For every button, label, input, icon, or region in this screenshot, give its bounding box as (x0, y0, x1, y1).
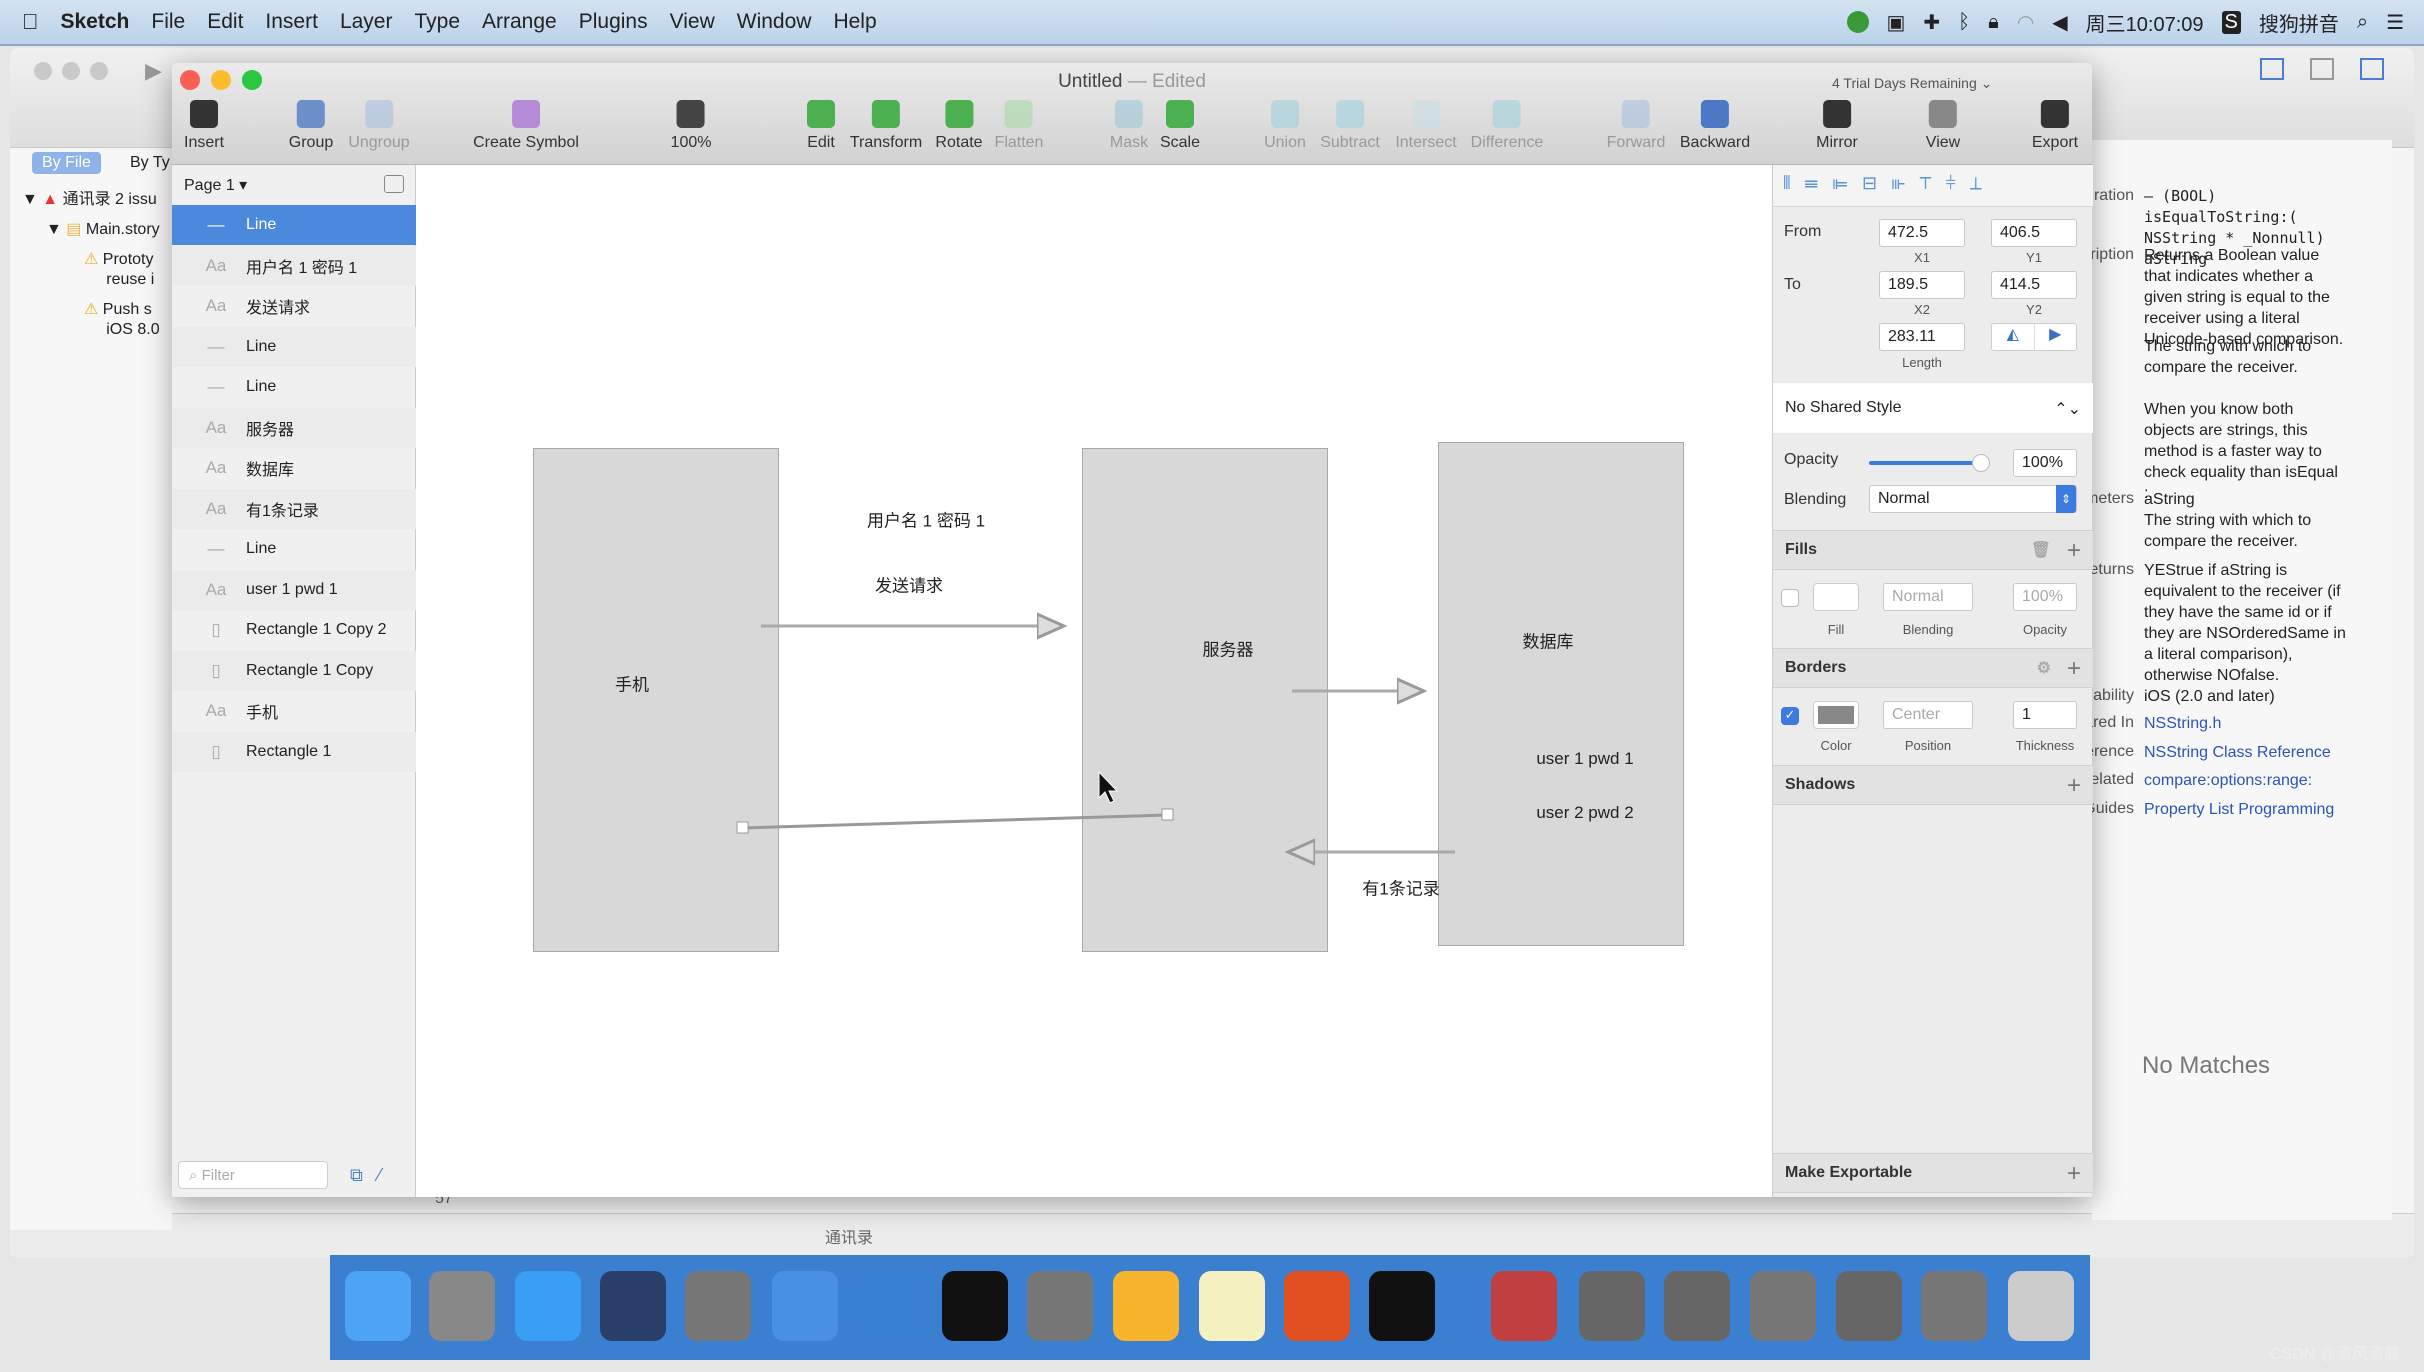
safari-icon[interactable] (515, 1271, 581, 1341)
add-fill-button[interactable]: + (2067, 537, 2081, 565)
x2-label: X2 (1914, 302, 1930, 317)
xcode-icon[interactable] (772, 1271, 838, 1341)
fill-blending-label: Blending (1902, 622, 1954, 637)
blending-select[interactable]: Normal ⇕ (1869, 485, 2077, 513)
length-label: Length (1902, 355, 1942, 370)
mouse-cursor-icon (1098, 770, 1119, 804)
fill-blending-select[interactable]: Normal (1883, 583, 1973, 611)
server-label[interactable]: 服务器 (1203, 636, 1254, 661)
powerpoint-icon[interactable] (1284, 1271, 1350, 1341)
phone-label[interactable]: 手机 (615, 671, 649, 696)
fills-header: Fills 🗑︎ + (1773, 530, 2093, 570)
remote-desktop-1-icon[interactable] (1579, 1271, 1645, 1341)
flip-horizontal-icon[interactable]: ◭ (1992, 324, 2034, 350)
selected-line-server-to-phone[interactable] (741, 813, 1168, 830)
fill-color-well[interactable] (1813, 583, 1859, 611)
send-request-label[interactable]: 发送请求 (875, 572, 943, 597)
fill-opacity-field[interactable]: 100% (2013, 583, 2077, 611)
remote-desktop-2-icon[interactable] (1664, 1271, 1730, 1341)
dock (330, 1255, 2090, 1360)
flip-vertical-icon[interactable]: ▶ (2033, 324, 2077, 350)
mouse-icon[interactable] (600, 1271, 666, 1341)
photo-slideshow-icon[interactable] (685, 1271, 751, 1341)
remote-desktop-5-icon[interactable] (1921, 1271, 1987, 1341)
border-position-select[interactable]: Center (1883, 701, 1973, 729)
length-field[interactable]: 283.11 (1879, 323, 1965, 351)
border-thickness-field[interactable]: 1 (2013, 701, 2077, 729)
flip-buttons: ◭ ▶ (1991, 323, 2077, 351)
border-thickness-label: Thickness (2015, 738, 2075, 753)
remote-desktop-4-icon[interactable] (1836, 1271, 1902, 1341)
x1-field[interactable]: 472.5 (1879, 219, 1965, 247)
export-header: Make Exportable + (1773, 1153, 2093, 1193)
finder-icon[interactable] (345, 1271, 411, 1341)
media-player-icon[interactable] (1491, 1271, 1557, 1341)
opacity-slider[interactable] (1869, 454, 1990, 472)
border-color-label: Color (1820, 738, 1852, 753)
trash-icon[interactable]: 🗑︎ (2031, 540, 2051, 560)
from-label: From (1784, 223, 1822, 240)
fill-label: Fill (1827, 622, 1845, 637)
system-preferences-icon[interactable] (1027, 1271, 1093, 1341)
shadows-header: Shadows + (1773, 765, 2093, 805)
launchpad-icon[interactable] (429, 1271, 495, 1341)
user2-label[interactable]: user 2 pwd 2 (1536, 803, 1633, 823)
border-color-well[interactable] (1813, 701, 1859, 729)
terminal-icon[interactable] (942, 1271, 1008, 1341)
instruments-icon[interactable] (857, 1271, 923, 1341)
blending-label: Blending (1784, 491, 1847, 508)
border-position-label: Position (1904, 738, 1952, 753)
stepper-icon: ⇕ (2056, 485, 2076, 513)
user1-label[interactable]: user 1 pwd 1 (1536, 749, 1633, 769)
opacity-slider-knob[interactable] (1972, 454, 1990, 472)
fill-opacity-label: Opacity (2022, 622, 2068, 637)
x1-label: X1 (1914, 250, 1930, 265)
border-checkbox[interactable]: ✓ (1781, 707, 1799, 725)
console-icon[interactable] (1369, 1271, 1435, 1341)
x2-field[interactable]: 189.5 (1879, 271, 1965, 299)
one-record-label[interactable]: 有1条记录 (1362, 875, 1439, 900)
inspector-panel: ⫴☰⊫⊟⊪⊤⫩⊥ From 472.5 406.5 X1 Y1 To 189.5… (1772, 165, 2093, 1197)
add-border-button[interactable]: + (2067, 655, 2081, 683)
fill-checkbox[interactable] (1781, 589, 1799, 607)
alignment-bar: ⫴☰⊫⊟⊪⊤⫩⊥ (1773, 165, 2093, 207)
remote-desktop-3-icon[interactable] (1750, 1271, 1816, 1341)
shared-style-select[interactable]: No Shared Style ⌃⌄ (1773, 383, 2093, 433)
add-shadow-button[interactable]: + (2067, 772, 2081, 800)
y2-label: Y2 (2026, 302, 2042, 317)
opacity-field[interactable]: 100% (2013, 449, 2077, 477)
border-settings-icon[interactable]: ⚙ (2037, 658, 2051, 678)
sketch-icon[interactable] (1113, 1271, 1179, 1341)
to-label: To (1784, 276, 1801, 293)
watermark: CSDN @清风清晨 (2270, 1346, 2401, 1363)
borders-header: Borders ⚙ + (1773, 648, 2093, 688)
line-handle-start[interactable] (1161, 808, 1174, 821)
database-label[interactable]: 数据库 (1523, 628, 1574, 653)
y2-field[interactable]: 414.5 (1991, 271, 2077, 299)
add-export-button[interactable]: + (2067, 1160, 2081, 1188)
trash-icon[interactable] (2008, 1271, 2074, 1341)
notes-icon[interactable] (1199, 1271, 1265, 1341)
opacity-label: Opacity (1784, 451, 1839, 468)
y1-field[interactable]: 406.5 (1991, 219, 2077, 247)
line-handle-end[interactable] (736, 821, 749, 834)
credentials-label[interactable]: 用户名 1 密码 1 (867, 507, 985, 532)
y1-label: Y1 (2026, 250, 2042, 265)
